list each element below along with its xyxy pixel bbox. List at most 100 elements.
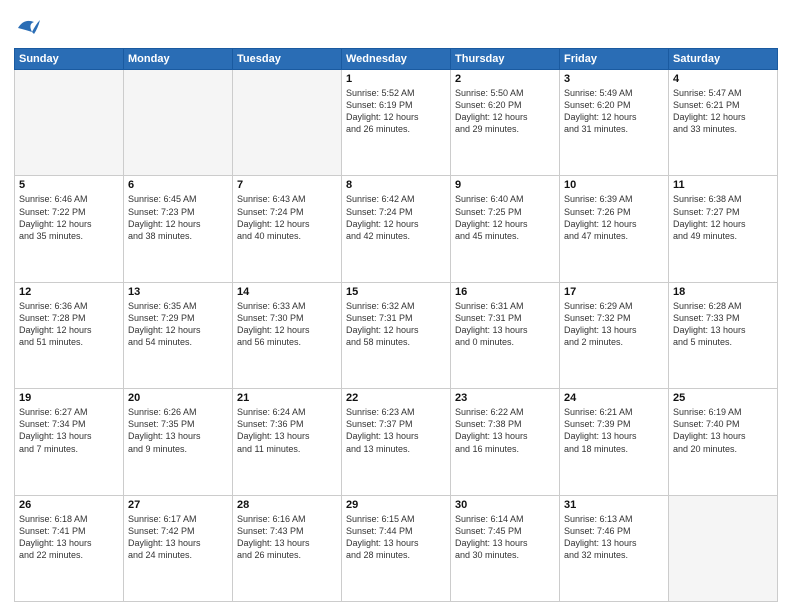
- calendar-cell: [669, 495, 778, 601]
- day-number: 10: [564, 179, 664, 191]
- day-info: Sunrise: 6:33 AMSunset: 7:30 PMDaylight:…: [237, 300, 337, 349]
- day-number: 6: [128, 179, 228, 191]
- day-info: Sunrise: 6:29 AMSunset: 7:32 PMDaylight:…: [564, 300, 664, 349]
- calendar-cell: [15, 70, 124, 176]
- day-number: 28: [237, 499, 337, 511]
- day-info: Sunrise: 5:47 AMSunset: 6:21 PMDaylight:…: [673, 87, 773, 136]
- day-number: 2: [455, 73, 555, 85]
- calendar-cell: 23 Sunrise: 6:22 AMSunset: 7:38 PMDayligh…: [451, 389, 560, 495]
- calendar-cell: 6Sunrise: 6:45 AMSunset: 7:23 PMDaylight…: [124, 176, 233, 282]
- day-number: 7: [237, 179, 337, 191]
- day-number: 18: [673, 286, 773, 298]
- day-info: Sunrise: 6:14 AMSunset: 7:45 PMDaylight:…: [455, 513, 555, 562]
- day-number: 24: [564, 392, 664, 404]
- calendar-cell: 4 Sunrise: 5:47 AMSunset: 6:21 PMDaylight…: [669, 70, 778, 176]
- calendar-cell: [124, 70, 233, 176]
- weekday-header-saturday: Saturday: [669, 49, 778, 70]
- calendar-cell: 30 Sunrise: 6:14 AMSunset: 7:45 PMDayligh…: [451, 495, 560, 601]
- calendar-week-1: 1Sunrise: 5:52 AMSunset: 6:19 PMDaylight…: [15, 70, 778, 176]
- weekday-header-tuesday: Tuesday: [233, 49, 342, 70]
- day-number: 14: [237, 286, 337, 298]
- day-number: 5: [19, 179, 119, 191]
- calendar-cell: 2 Sunrise: 5:50 AMSunset: 6:20 PMDaylight…: [451, 70, 560, 176]
- calendar-week-4: 19 Sunrise: 6:27 AMSunset: 7:34 PMDayligh…: [15, 389, 778, 495]
- day-number: 17: [564, 286, 664, 298]
- calendar-table: SundayMondayTuesdayWednesdayThursdayFrid…: [14, 48, 778, 602]
- day-info: Sunrise: 5:50 AMSunset: 6:20 PMDaylight:…: [455, 87, 555, 136]
- calendar-cell: 10 Sunrise: 6:39 AMSunset: 7:26 PMDayligh…: [560, 176, 669, 282]
- calendar-cell: 21 Sunrise: 6:24 AMSunset: 7:36 PMDayligh…: [233, 389, 342, 495]
- day-number: 8: [346, 179, 446, 191]
- calendar-cell: 25 Sunrise: 6:19 AMSunset: 7:40 PMDayligh…: [669, 389, 778, 495]
- day-number: 25: [673, 392, 773, 404]
- day-info: Sunrise: 6:31 AMSunset: 7:31 PMDaylight:…: [455, 300, 555, 349]
- calendar-cell: 26Sunrise: 6:18 AMSunset: 7:41 PMDayligh…: [15, 495, 124, 601]
- calendar-cell: 24 Sunrise: 6:21 AMSunset: 7:39 PMDayligh…: [560, 389, 669, 495]
- day-number: 9: [455, 179, 555, 191]
- day-info: Sunrise: 6:19 AMSunset: 7:40 PMDaylight:…: [673, 406, 773, 455]
- day-number: 20: [128, 392, 228, 404]
- day-number: 3: [564, 73, 664, 85]
- day-number: 12: [19, 286, 119, 298]
- day-info: Sunrise: 6:43 AMSunset: 7:24 PMDaylight:…: [237, 193, 337, 242]
- weekday-header-friday: Friday: [560, 49, 669, 70]
- day-number: 22: [346, 392, 446, 404]
- day-number: 19: [19, 392, 119, 404]
- day-info: Sunrise: 6:32 AMSunset: 7:31 PMDaylight:…: [346, 300, 446, 349]
- day-number: 13: [128, 286, 228, 298]
- day-info: Sunrise: 5:49 AMSunset: 6:20 PMDaylight:…: [564, 87, 664, 136]
- calendar-cell: 28 Sunrise: 6:16 AMSunset: 7:43 PMDayligh…: [233, 495, 342, 601]
- day-info: Sunrise: 6:28 AMSunset: 7:33 PMDaylight:…: [673, 300, 773, 349]
- weekday-header-monday: Monday: [124, 49, 233, 70]
- logo-icon: [14, 14, 42, 42]
- day-number: 15: [346, 286, 446, 298]
- day-info: Sunrise: 6:38 AMSunset: 7:27 PMDaylight:…: [673, 193, 773, 242]
- calendar-cell: 19 Sunrise: 6:27 AMSunset: 7:34 PMDayligh…: [15, 389, 124, 495]
- calendar-cell: 9 Sunrise: 6:40 AMSunset: 7:25 PMDaylight…: [451, 176, 560, 282]
- calendar-week-3: 12Sunrise: 6:36 AMSunset: 7:28 PMDayligh…: [15, 282, 778, 388]
- calendar-cell: 13Sunrise: 6:35 AMSunset: 7:29 PMDayligh…: [124, 282, 233, 388]
- day-number: 16: [455, 286, 555, 298]
- day-info: Sunrise: 6:22 AMSunset: 7:38 PMDaylight:…: [455, 406, 555, 455]
- day-info: Sunrise: 6:23 AMSunset: 7:37 PMDaylight:…: [346, 406, 446, 455]
- day-info: Sunrise: 6:40 AMSunset: 7:25 PMDaylight:…: [455, 193, 555, 242]
- day-info: Sunrise: 6:39 AMSunset: 7:26 PMDaylight:…: [564, 193, 664, 242]
- calendar-cell: 16 Sunrise: 6:31 AMSunset: 7:31 PMDayligh…: [451, 282, 560, 388]
- calendar-cell: 14 Sunrise: 6:33 AMSunset: 7:30 PMDayligh…: [233, 282, 342, 388]
- day-number: 1: [346, 73, 446, 85]
- day-info: Sunrise: 6:42 AMSunset: 7:24 PMDaylight:…: [346, 193, 446, 242]
- weekday-header-thursday: Thursday: [451, 49, 560, 70]
- calendar-cell: 15 Sunrise: 6:32 AMSunset: 7:31 PMDayligh…: [342, 282, 451, 388]
- calendar-cell: 1Sunrise: 5:52 AMSunset: 6:19 PMDaylight…: [342, 70, 451, 176]
- calendar-cell: 29 Sunrise: 6:15 AMSunset: 7:44 PMDayligh…: [342, 495, 451, 601]
- day-info: Sunrise: 6:18 AMSunset: 7:41 PMDaylight:…: [19, 513, 119, 562]
- day-info: Sunrise: 6:21 AMSunset: 7:39 PMDaylight:…: [564, 406, 664, 455]
- calendar-cell: 20Sunrise: 6:26 AMSunset: 7:35 PMDayligh…: [124, 389, 233, 495]
- calendar-week-5: 26Sunrise: 6:18 AMSunset: 7:41 PMDayligh…: [15, 495, 778, 601]
- calendar-cell: 8 Sunrise: 6:42 AMSunset: 7:24 PMDaylight…: [342, 176, 451, 282]
- day-number: 21: [237, 392, 337, 404]
- day-info: Sunrise: 6:16 AMSunset: 7:43 PMDaylight:…: [237, 513, 337, 562]
- day-info: Sunrise: 6:17 AMSunset: 7:42 PMDaylight:…: [128, 513, 228, 562]
- calendar-cell: [233, 70, 342, 176]
- calendar-cell: 11Sunrise: 6:38 AMSunset: 7:27 PMDayligh…: [669, 176, 778, 282]
- day-number: 23: [455, 392, 555, 404]
- calendar-cell: 5 Sunrise: 6:46 AMSunset: 7:22 PMDaylight…: [15, 176, 124, 282]
- day-info: Sunrise: 6:27 AMSunset: 7:34 PMDaylight:…: [19, 406, 119, 455]
- calendar-cell: 7 Sunrise: 6:43 AMSunset: 7:24 PMDaylight…: [233, 176, 342, 282]
- header: [14, 10, 778, 42]
- weekday-header-wednesday: Wednesday: [342, 49, 451, 70]
- day-info: Sunrise: 6:24 AMSunset: 7:36 PMDaylight:…: [237, 406, 337, 455]
- calendar-cell: 18 Sunrise: 6:28 AMSunset: 7:33 PMDayligh…: [669, 282, 778, 388]
- weekday-header-sunday: Sunday: [15, 49, 124, 70]
- calendar-cell: 3 Sunrise: 5:49 AMSunset: 6:20 PMDaylight…: [560, 70, 669, 176]
- calendar-week-2: 5 Sunrise: 6:46 AMSunset: 7:22 PMDaylight…: [15, 176, 778, 282]
- day-info: Sunrise: 6:46 AMSunset: 7:22 PMDaylight:…: [19, 193, 119, 242]
- day-number: 4: [673, 73, 773, 85]
- day-info: Sunrise: 6:15 AMSunset: 7:44 PMDaylight:…: [346, 513, 446, 562]
- day-number: 27: [128, 499, 228, 511]
- calendar-cell: 17 Sunrise: 6:29 AMSunset: 7:32 PMDayligh…: [560, 282, 669, 388]
- day-number: 29: [346, 499, 446, 511]
- weekday-header-row: SundayMondayTuesdayWednesdayThursdayFrid…: [15, 49, 778, 70]
- day-number: 30: [455, 499, 555, 511]
